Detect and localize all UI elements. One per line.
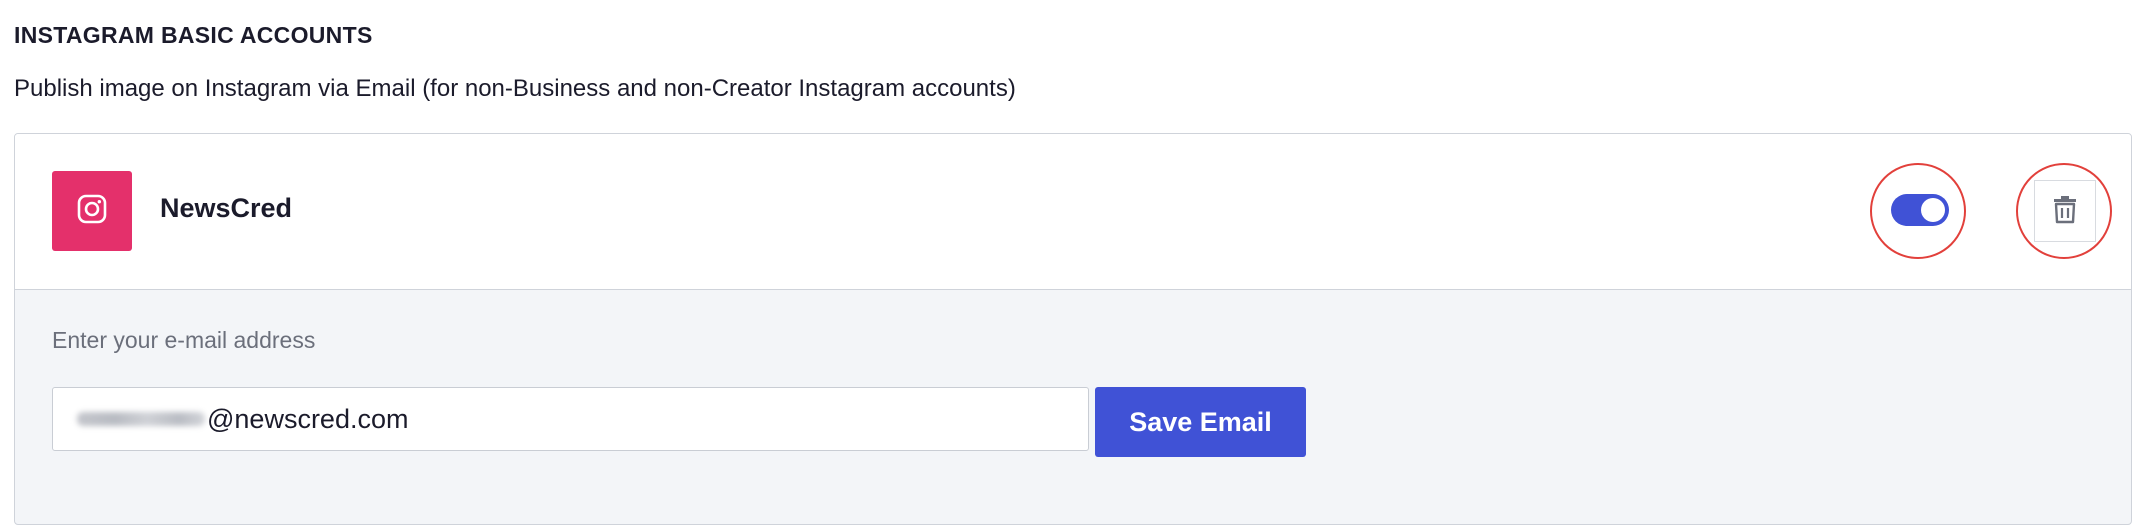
account-header: NewsCred bbox=[15, 134, 2131, 290]
save-email-button[interactable]: Save Email bbox=[1095, 387, 1306, 457]
account-enabled-toggle[interactable] bbox=[1891, 194, 1949, 226]
section-description: Publish image on Instagram via Email (fo… bbox=[14, 75, 1016, 102]
email-domain-text: @newscred.com bbox=[207, 403, 409, 434]
delete-account-button[interactable] bbox=[2034, 180, 2096, 242]
email-field-label: Enter your e-mail address bbox=[52, 327, 316, 353]
instagram-account-card: NewsCred Enter your e-mail address @news… bbox=[14, 133, 2132, 525]
section-title: INSTAGRAM BASIC ACCOUNTS bbox=[14, 22, 373, 48]
trash-icon bbox=[2052, 194, 2078, 229]
account-name: NewsCred bbox=[160, 193, 293, 223]
instagram-icon bbox=[77, 194, 107, 229]
email-field[interactable]: @newscred.com bbox=[52, 387, 1089, 451]
blurred-email-local-part bbox=[77, 412, 205, 426]
instagram-logo bbox=[52, 171, 132, 251]
toggle-knob bbox=[1921, 198, 1945, 222]
